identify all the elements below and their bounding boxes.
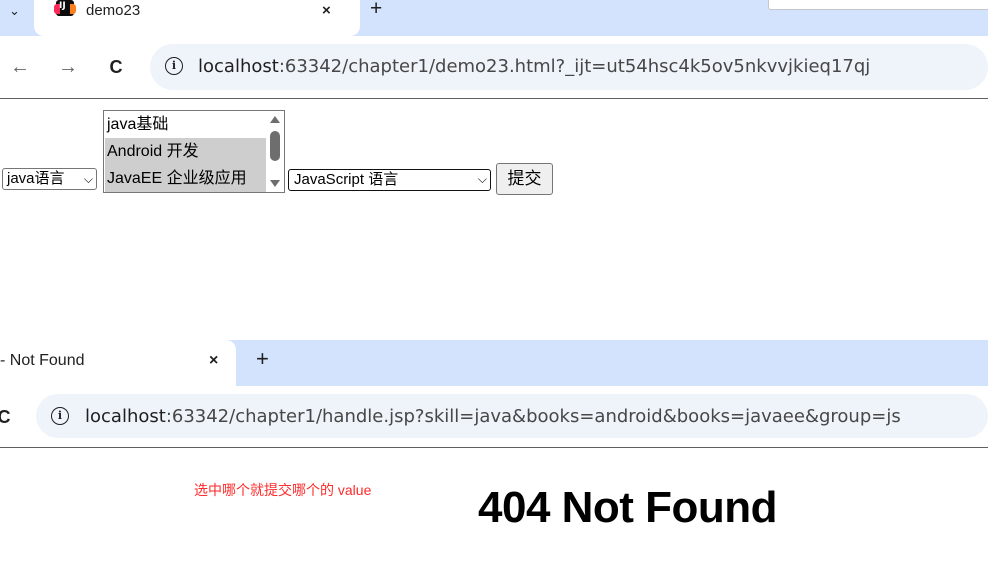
scroll-up-icon[interactable] xyxy=(270,116,280,123)
toolbar-divider xyxy=(0,98,988,99)
new-tab-icon[interactable]: + xyxy=(256,346,269,372)
page-heading: 404 Not Found xyxy=(478,483,778,532)
reload-icon[interactable]: C xyxy=(0,405,16,429)
tab-search-chevron-icon[interactable]: ⌄ xyxy=(9,3,25,19)
url-host: localhost xyxy=(198,56,279,77)
intellij-favicon-icon: IJ xyxy=(54,0,76,16)
window-corner-button[interactable] xyxy=(768,0,988,10)
new-tab-icon[interactable]: + xyxy=(370,0,382,20)
tab-title: - Not Found xyxy=(0,352,85,369)
toolbar-divider xyxy=(0,447,988,448)
url-host: localhost xyxy=(85,406,166,427)
site-info-icon[interactable]: i xyxy=(51,407,69,425)
active-tab[interactable] xyxy=(34,0,360,36)
url-text[interactable]: localhost:63342/chapter1/handle.jsp?skil… xyxy=(85,406,901,427)
scroll-down-icon[interactable] xyxy=(270,180,280,187)
url-path: :63342/chapter1/demo23.html?_ijt=ut54hsc… xyxy=(278,56,871,77)
skill-select[interactable]: java语言 ⌵ xyxy=(2,168,97,190)
reload-icon[interactable]: C xyxy=(104,55,128,79)
back-arrow-icon[interactable]: ← xyxy=(8,55,32,79)
submit-button[interactable]: 提交 xyxy=(496,163,553,195)
group-select-value: JavaScript 语言 xyxy=(294,171,399,188)
books-option-android[interactable]: Android 开发 xyxy=(105,138,267,165)
books-option-java[interactable]: java基础 xyxy=(105,111,267,138)
chevron-down-icon: ⌵ xyxy=(477,172,487,186)
site-info-icon[interactable]: i xyxy=(165,57,183,75)
books-listbox[interactable]: java基础 Android 开发 JavaEE 企业级应用 xyxy=(103,110,285,193)
books-option-javaee[interactable]: JavaEE 企业级应用 xyxy=(105,165,267,192)
scroll-thumb[interactable] xyxy=(270,131,280,161)
group-select[interactable]: JavaScript 语言 ⌵ xyxy=(288,169,491,191)
annotation-note: 选中哪个就提交哪个的 value xyxy=(194,482,372,498)
forward-arrow-icon[interactable]: → xyxy=(56,55,80,79)
chevron-down-icon: ⌵ xyxy=(83,172,93,186)
close-tab-icon[interactable]: × xyxy=(322,0,331,22)
listbox-scrollbar[interactable] xyxy=(266,111,284,192)
url-path: :63342/chapter1/handle.jsp?skill=java&bo… xyxy=(165,406,901,427)
close-tab-icon[interactable]: × xyxy=(209,349,218,373)
skill-select-value: java语言 xyxy=(7,170,65,187)
url-text[interactable]: localhost:63342/chapter1/demo23.html?_ij… xyxy=(198,56,870,77)
tab-title: demo23 xyxy=(86,2,141,19)
